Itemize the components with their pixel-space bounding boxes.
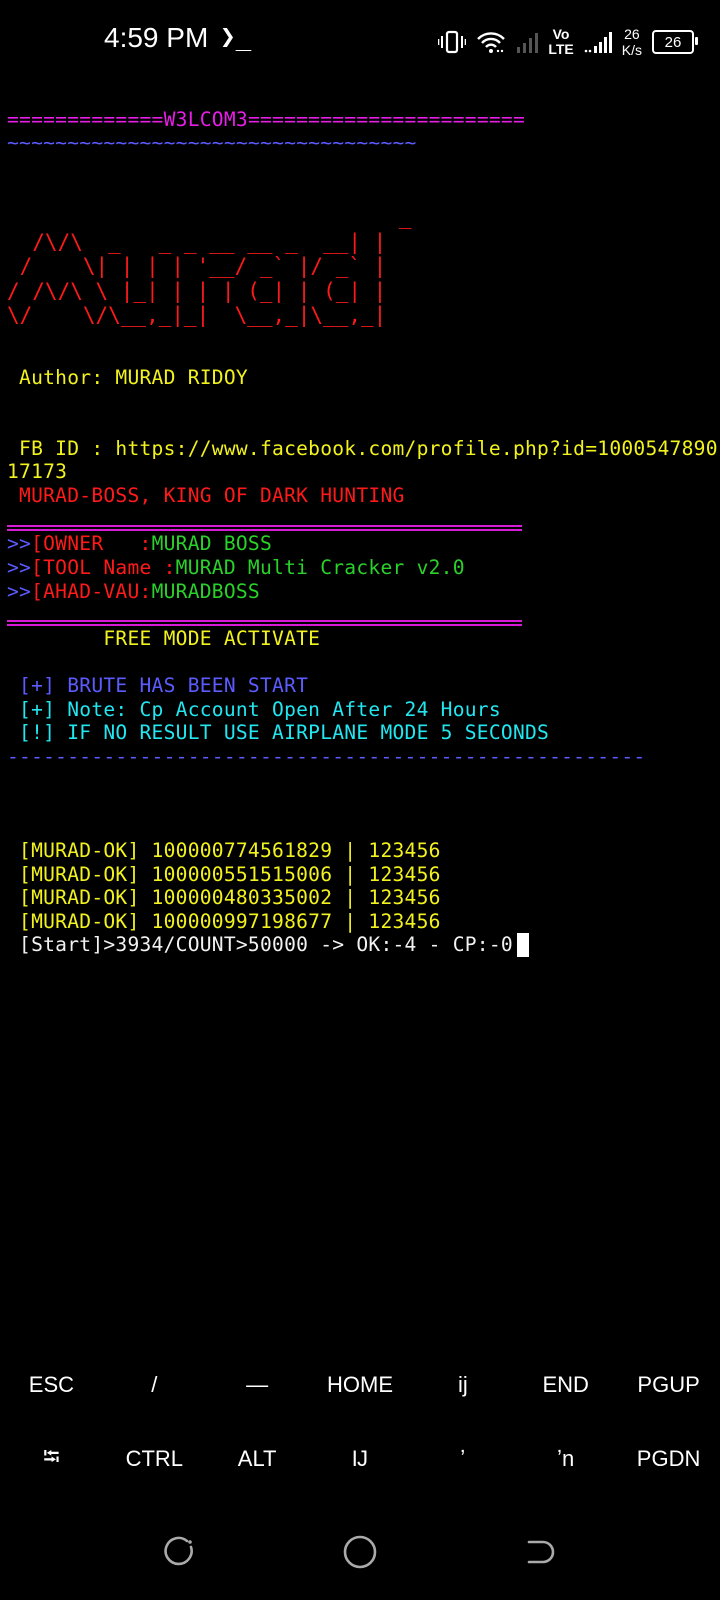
end-key[interactable]: END — [514, 1355, 617, 1415]
divider — [7, 619, 522, 627]
welcome-line: =============W3LCOM3====================… — [7, 108, 526, 131]
terminal-app-icon: ❯_ — [220, 22, 252, 52]
terminal-cursor[interactable] — [516, 933, 529, 957]
extra-keys-row-2: ⭾ CTRL ALT Ĳ ʼ ʼn PGDN — [0, 1429, 720, 1489]
esc-key[interactable]: ESC — [0, 1355, 103, 1415]
back-button[interactable] — [518, 1530, 562, 1574]
clock: 4:59 PM — [104, 22, 209, 53]
ctrl-key[interactable]: CTRL — [103, 1429, 206, 1489]
notice-airplane: [!] IF NO RESULT USE AIRPLANE MODE 5 SEC… — [7, 721, 550, 744]
result-row: [MURAD-OK] 100000551515006 | 123456 — [7, 863, 441, 886]
info-tool-name: >>[TOOL Name :MURAD Multi Cracker v2.0 — [7, 556, 465, 579]
net-speed: 26 K/s — [622, 26, 642, 58]
notice-cp: [+] Note: Cp Account Open After 24 Hours — [7, 698, 501, 721]
navigation-bar — [0, 1510, 720, 1600]
ij-ligature-key[interactable]: Ĳ — [309, 1429, 412, 1489]
info-ahad-vau: >>[AHAD-VAU:MURADBOSS — [7, 580, 260, 603]
slash-key[interactable]: / — [103, 1355, 206, 1415]
apostrophe-n-key[interactable]: ʼn — [514, 1429, 617, 1489]
author-line: Author: MURAD RIDOY — [7, 366, 248, 389]
dash-key[interactable]: — — [206, 1355, 309, 1415]
notice-brute: [+] BRUTE HAS BEEN START — [7, 674, 309, 697]
back-icon — [527, 1540, 555, 1564]
tilde-line: ~~~~~~~~~~~~~~~~~~~~~~~~~~~~~~~~~~ — [7, 131, 417, 154]
apostrophe-key[interactable]: ʼ — [411, 1429, 514, 1489]
progress-line: [Start]>3934/COUNT>50000 -> OK:-4 - CP:-… — [7, 933, 529, 957]
battery-level: 26 — [664, 33, 682, 51]
alt-key[interactable]: ALT — [206, 1429, 309, 1489]
pgup-key[interactable]: PGUP — [617, 1355, 720, 1415]
free-mode-line: FREE MODE ACTIVATE — [7, 627, 321, 650]
home-button[interactable] — [338, 1530, 382, 1574]
fb-id-line: FB ID : https://www.facebook.com/profile… — [7, 437, 718, 460]
info-owner: >>[OWNER :MURAD BOSS — [7, 532, 273, 555]
recent-apps-button[interactable] — [158, 1530, 202, 1574]
recent-apps-icon — [164, 1536, 193, 1566]
result-row: [MURAD-OK] 100000480335002 | 123456 — [7, 886, 441, 909]
pgdn-key[interactable]: PGDN — [617, 1429, 720, 1489]
tab-key[interactable]: ⭾ — [0, 1429, 103, 1489]
vibrate-icon — [438, 30, 467, 54]
signal-icon — [517, 33, 539, 53]
extra-keys-row-1: ESC / — HOME ij END PGUP — [0, 1355, 720, 1415]
progress-text: [Start]>3934/COUNT>50000 -> OK:-4 - CP:-… — [7, 933, 513, 956]
vo-label: Vo — [552, 26, 570, 42]
status-bar: 4:59 PM ❯_ Vo LTE 26 K/s 26 — [0, 0, 720, 82]
status-icons: Vo LTE 26 K/s 26 — [438, 22, 698, 62]
tagline: MURAD-BOSS, KING OF DARK HUNTING — [7, 484, 405, 507]
result-row: [MURAD-OK] 100000997198677 | 123456 — [7, 910, 441, 933]
ij-key[interactable]: ij — [411, 1355, 514, 1415]
wifi-icon — [477, 32, 506, 53]
divider — [7, 524, 522, 532]
volte-indicator: Vo LTE — [548, 27, 573, 57]
home-key[interactable]: HOME — [309, 1355, 412, 1415]
battery-icon: 26 — [652, 30, 698, 54]
speed-value: 26 — [624, 26, 640, 42]
speed-unit: K/s — [621, 42, 642, 58]
home-icon — [343, 1535, 377, 1569]
signal-icon — [584, 32, 612, 53]
lte-label: LTE — [548, 41, 574, 57]
dash-divider: ----------------------------------------… — [7, 745, 646, 768]
result-row: [MURAD-OK] 100000774561829 | 123456 — [7, 839, 441, 862]
banner-ascii-art: _ /\/\ _ _ _ __ __ _ __| | / \| | | | '_… — [7, 205, 412, 327]
fb-id-line-wrap: 17173 — [7, 460, 68, 483]
